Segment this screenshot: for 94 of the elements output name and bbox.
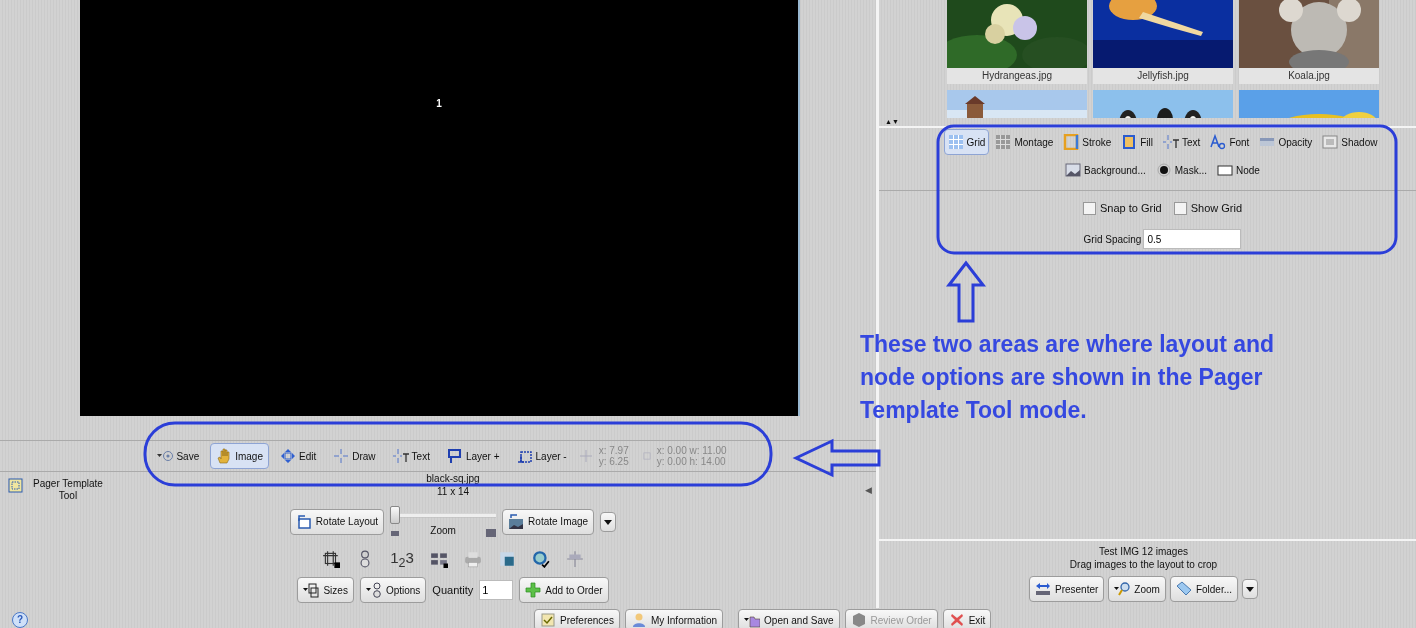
grid-icon [995, 134, 1012, 150]
thumbnail-caption: Koala.jpg [1239, 68, 1379, 84]
library-button[interactable]: Presenter [1028, 576, 1105, 602]
quantity-label: Quantity [432, 584, 474, 596]
grid-icon [947, 134, 964, 150]
folder-icon [1175, 581, 1192, 597]
fill-icon [1121, 134, 1138, 150]
mode-label: Pager Template Tool [32, 478, 104, 502]
option-button[interactable]: Node [1213, 157, 1264, 183]
node-bounds: x: 0.00 w: 11.00 y: 0.00 h: 14.00 [656, 445, 727, 467]
landscape-icon [1065, 162, 1082, 178]
checkbox-icon [540, 612, 556, 628]
rotate-layout-button[interactable]: Rotate Layout [289, 508, 385, 535]
caret-frames-icon [303, 582, 320, 598]
zoom-label: Zoom [430, 524, 456, 537]
library-title: Test IMG 12 images [1099, 545, 1188, 558]
rotate-image-button[interactable]: Rotate Image [502, 508, 595, 535]
up-arrow [945, 260, 987, 323]
sizes-button[interactable]: Sizes [297, 577, 354, 603]
page-number: 1 [436, 98, 442, 109]
library-hint: Drag images to the layout to crop [1069, 558, 1218, 571]
option-button[interactable]: Grid [943, 129, 990, 155]
annotation-text: These two areas are where layout and node options are shown in the Pager Template Tool mode. [860, 330, 1276, 425]
add-to-order-button[interactable]: Add to Order [519, 577, 609, 603]
text-cursor-icon [1163, 134, 1180, 150]
text-cursor-icon [392, 448, 409, 464]
hand-icon [216, 448, 233, 464]
footer-button[interactable]: Preferences [534, 609, 620, 628]
caret-icon [1245, 584, 1256, 594]
shadow-icon [1322, 134, 1339, 150]
plus-icon [525, 582, 542, 598]
collapse-arrow[interactable]: ◀ [865, 485, 872, 495]
font-icon [1210, 134, 1227, 150]
grid-spacing-field[interactable]: 0.5 [1143, 229, 1242, 249]
dropdown-button[interactable] [600, 511, 617, 532]
option-button[interactable]: Shadow [1318, 129, 1382, 155]
numbering-tool[interactable]: 1$_{2}$3 [390, 548, 414, 570]
mode-indicator[interactable]: Pager Template Tool [0, 472, 110, 502]
option-button[interactable]: Stroke [1059, 129, 1116, 155]
template-icon [8, 478, 24, 494]
layout-size: 11 x 14 [436, 485, 470, 498]
option-button[interactable]: Background... [1061, 157, 1150, 183]
grid-lock-icon[interactable] [429, 550, 448, 568]
rotate-photo-icon [508, 513, 525, 530]
photo-frame-icon[interactable] [497, 550, 516, 568]
crop-lock-icon[interactable] [322, 550, 341, 568]
move-icon [280, 448, 296, 464]
tool-button[interactable]: Edit [274, 443, 323, 469]
tool-button[interactable]: Save [151, 443, 206, 469]
thumbnail-caption: Hydrangeas.jpg [947, 68, 1087, 84]
slider-thumb[interactable] [390, 506, 401, 524]
option-button[interactable]: Fill [1117, 129, 1158, 155]
tool-button[interactable]: Layer + [440, 443, 506, 469]
rotate-frame-icon [295, 513, 312, 530]
grid-spacing-label: Grid Spacing [1083, 232, 1142, 246]
layer-icon [446, 448, 463, 464]
caret-circles-icon [365, 582, 382, 598]
person-icon [630, 612, 647, 628]
option-button[interactable]: Text [1159, 129, 1205, 155]
crosshair-icon [577, 448, 594, 464]
tool-button[interactable]: Draw [327, 443, 382, 469]
option-button[interactable]: Mask... [1151, 157, 1211, 183]
tool-button[interactable]: Image [210, 443, 269, 469]
cursor-position: x: 7.97 y: 6.25 [598, 445, 629, 467]
thumbnail-caption: Jellyfish.jpg [1093, 68, 1233, 84]
checkbox[interactable]: Snap to Grid [1082, 201, 1162, 215]
frame-icon [1063, 134, 1080, 150]
refresh-icon[interactable] [531, 550, 550, 568]
quantity-field[interactable]: 1 [479, 580, 514, 600]
rectangle-icon [1217, 162, 1233, 178]
option-button[interactable]: Font [1206, 129, 1254, 155]
caret-target-icon [157, 448, 174, 464]
dot-icon [1155, 162, 1172, 178]
footer-button[interactable]: Exit [942, 609, 992, 628]
tool-button[interactable]: Layer - [510, 443, 573, 469]
tool-button[interactable]: Text [386, 443, 436, 469]
layout-canvas[interactable]: 1 [80, 0, 800, 416]
footer-button[interactable]: Open and Save [738, 609, 840, 628]
file-name: black-sq.jpg [426, 472, 480, 485]
options-button[interactable]: Options [359, 577, 427, 603]
crosshair-icon [333, 448, 350, 464]
layer-icon [516, 448, 533, 464]
option-button[interactable]: Montage [991, 129, 1058, 155]
library-button[interactable]: Folder... [1169, 576, 1239, 602]
dropdown-button[interactable] [1242, 579, 1259, 599]
checkbox[interactable]: Show Grid [1173, 201, 1243, 215]
arrows-icon [1034, 581, 1051, 597]
close-icon [948, 612, 965, 628]
footer-button[interactable]: My Information [624, 609, 724, 628]
option-button[interactable]: Opacity [1255, 129, 1317, 155]
caret-magnifier-icon [1114, 581, 1131, 597]
help-button[interactable]: ? [12, 612, 28, 628]
large-image-icon [486, 527, 497, 537]
library-button[interactable]: Zoom [1108, 576, 1166, 602]
